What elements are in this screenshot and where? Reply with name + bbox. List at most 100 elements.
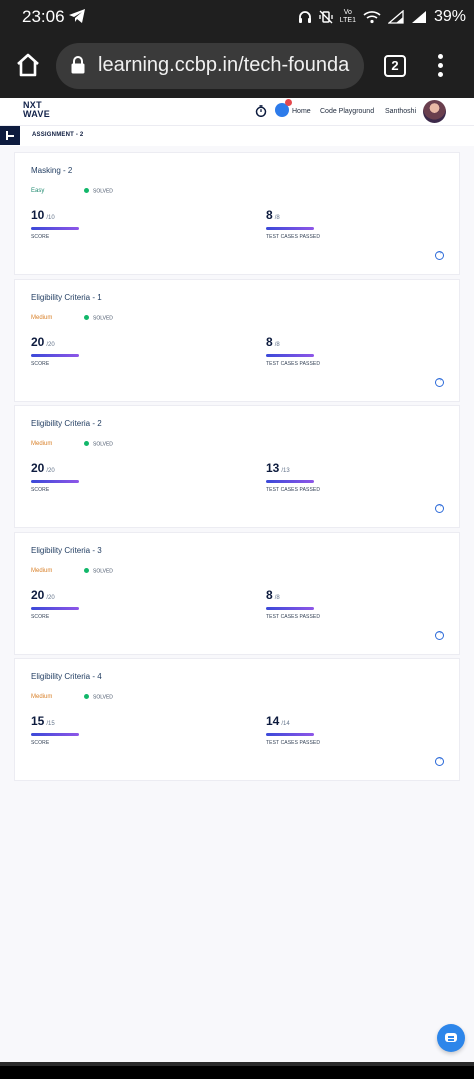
tests-metric: 8/8 TEST CASES PASSED <box>266 333 320 367</box>
question-card[interactable]: Masking - 2 Easy SOLVED 10/10 SCORE 8/8 … <box>14 152 460 275</box>
question-title[interactable]: Eligibility Criteria - 1 <box>31 293 102 302</box>
score-metric: 10/10 SCORE <box>31 206 79 240</box>
score-progress-bar <box>31 354 79 357</box>
question-card[interactable]: Eligibility Criteria - 1 Medium SOLVED 2… <box>14 279 460 402</box>
volte-indicator: Vo LTE1 <box>339 9 356 24</box>
chat-support-icon[interactable] <box>437 1024 465 1052</box>
nav-code-playground[interactable]: Code Playground <box>320 108 374 115</box>
difficulty-label: Medium <box>31 441 53 447</box>
arrow-right-circle-icon[interactable] <box>435 376 444 387</box>
score-progress-bar <box>31 227 79 230</box>
telegram-icon <box>69 9 85 23</box>
tests-metric: 8/8 TEST CASES PASSED <box>266 586 320 620</box>
solved-dot-icon <box>84 315 89 320</box>
tests-max: /13 <box>281 468 290 474</box>
stopwatch-icon[interactable] <box>255 105 267 117</box>
score-max: /20 <box>46 342 55 348</box>
sidebar-toggle-icon[interactable] <box>0 126 20 145</box>
question-card[interactable]: Eligibility Criteria - 4 Medium SOLVED 1… <box>14 658 460 781</box>
assignment-subheader: ASSIGNMENT - 2 <box>0 126 474 146</box>
score-value: 20 <box>31 588 45 602</box>
difficulty-label: Easy <box>31 188 45 194</box>
address-bar[interactable]: learning.ccbp.in/tech-founda <box>56 43 364 89</box>
tests-max: /8 <box>274 342 280 348</box>
score-max: /20 <box>46 595 55 601</box>
tests-label: TEST CASES PASSED <box>266 233 321 240</box>
notification-dot <box>285 99 292 106</box>
url-text[interactable]: learning.ccbp.in/tech-founda <box>98 54 356 77</box>
question-title[interactable]: Eligibility Criteria - 2 <box>31 419 102 428</box>
tests-metric: 14/14 TEST CASES PASSED <box>266 712 320 746</box>
solved-dot-icon <box>84 441 89 446</box>
tests-progress-bar <box>266 354 314 357</box>
difficulty-label: Medium <box>31 694 53 700</box>
question-title[interactable]: Masking - 2 <box>31 166 72 175</box>
score-progress-bar <box>31 480 79 483</box>
status-badge: SOLVED <box>84 315 113 322</box>
tests-value: 14 <box>266 714 280 728</box>
tests-max: /8 <box>274 595 280 601</box>
vibrate-icon <box>319 10 333 24</box>
arrow-right-circle-icon[interactable] <box>435 249 444 260</box>
score-metric: 20/20 SCORE <box>31 586 79 620</box>
question-title[interactable]: Eligibility Criteria - 3 <box>31 546 102 555</box>
arrow-right-circle-icon[interactable] <box>435 755 444 766</box>
arrow-right-circle-icon[interactable] <box>435 502 444 513</box>
question-title[interactable]: Eligibility Criteria - 4 <box>31 672 102 681</box>
status-bar: 23:06 Vo LTE1 39% <box>0 0 474 34</box>
tests-label: TEST CASES PASSED <box>266 360 321 367</box>
difficulty-label: Medium <box>31 315 53 321</box>
solved-dot-icon <box>84 188 89 193</box>
score-max: /20 <box>46 468 55 474</box>
question-card[interactable]: Eligibility Criteria - 3 Medium SOLVED 2… <box>14 532 460 655</box>
page-title: ASSIGNMENT - 2 <box>32 132 84 138</box>
tab-switcher-button[interactable]: 2 <box>384 55 406 77</box>
signal-icon <box>387 10 404 24</box>
difficulty-label: Medium <box>31 568 53 574</box>
gesture-bar[interactable] <box>0 1062 474 1066</box>
nxtwave-logo[interactable]: NXT WAVE <box>23 101 50 119</box>
user-name[interactable]: Santhoshi <box>385 108 416 115</box>
headphones-icon <box>298 11 311 23</box>
tests-value: 13 <box>266 461 280 475</box>
status-badge: SOLVED <box>84 568 113 575</box>
score-progress-bar <box>31 607 79 610</box>
wifi-icon <box>363 11 381 24</box>
score-value: 20 <box>31 335 45 349</box>
arrow-right-circle-icon[interactable] <box>435 629 444 640</box>
score-label: SCORE <box>31 486 50 493</box>
status-badge: SOLVED <box>84 441 113 448</box>
tests-value: 8 <box>266 588 273 602</box>
question-card[interactable]: Eligibility Criteria - 2 Medium SOLVED 2… <box>14 405 460 528</box>
tests-label: TEST CASES PASSED <box>266 739 321 746</box>
score-label: SCORE <box>31 739 50 746</box>
status-badge: SOLVED <box>84 188 113 195</box>
tests-label: TEST CASES PASSED <box>266 486 321 493</box>
android-nav-bar <box>0 1062 474 1079</box>
score-value: 15 <box>31 714 45 728</box>
score-label: SCORE <box>31 360 50 367</box>
score-value: 10 <box>31 208 45 222</box>
tests-value: 8 <box>266 335 273 349</box>
tests-value: 8 <box>266 208 273 222</box>
tests-metric: 13/13 TEST CASES PASSED <box>266 459 320 493</box>
tests-progress-bar <box>266 480 314 483</box>
signal-icon-2 <box>411 11 426 23</box>
avatar[interactable] <box>423 100 446 123</box>
score-max: /10 <box>46 215 55 221</box>
browser-menu-icon[interactable] <box>436 54 444 78</box>
tests-metric: 8/8 TEST CASES PASSED <box>266 206 320 240</box>
tests-progress-bar <box>266 733 314 736</box>
score-progress-bar <box>31 733 79 736</box>
solved-dot-icon <box>84 568 89 573</box>
notification-chat-icon[interactable] <box>275 99 292 117</box>
score-max: /15 <box>46 721 55 727</box>
home-icon[interactable] <box>14 51 42 79</box>
score-label: SCORE <box>31 233 50 240</box>
lock-icon <box>71 56 85 74</box>
tests-progress-bar <box>266 607 314 610</box>
tests-max: /8 <box>274 215 280 221</box>
score-value: 20 <box>31 461 45 475</box>
nav-home[interactable]: Home <box>292 108 311 115</box>
score-label: SCORE <box>31 613 50 620</box>
